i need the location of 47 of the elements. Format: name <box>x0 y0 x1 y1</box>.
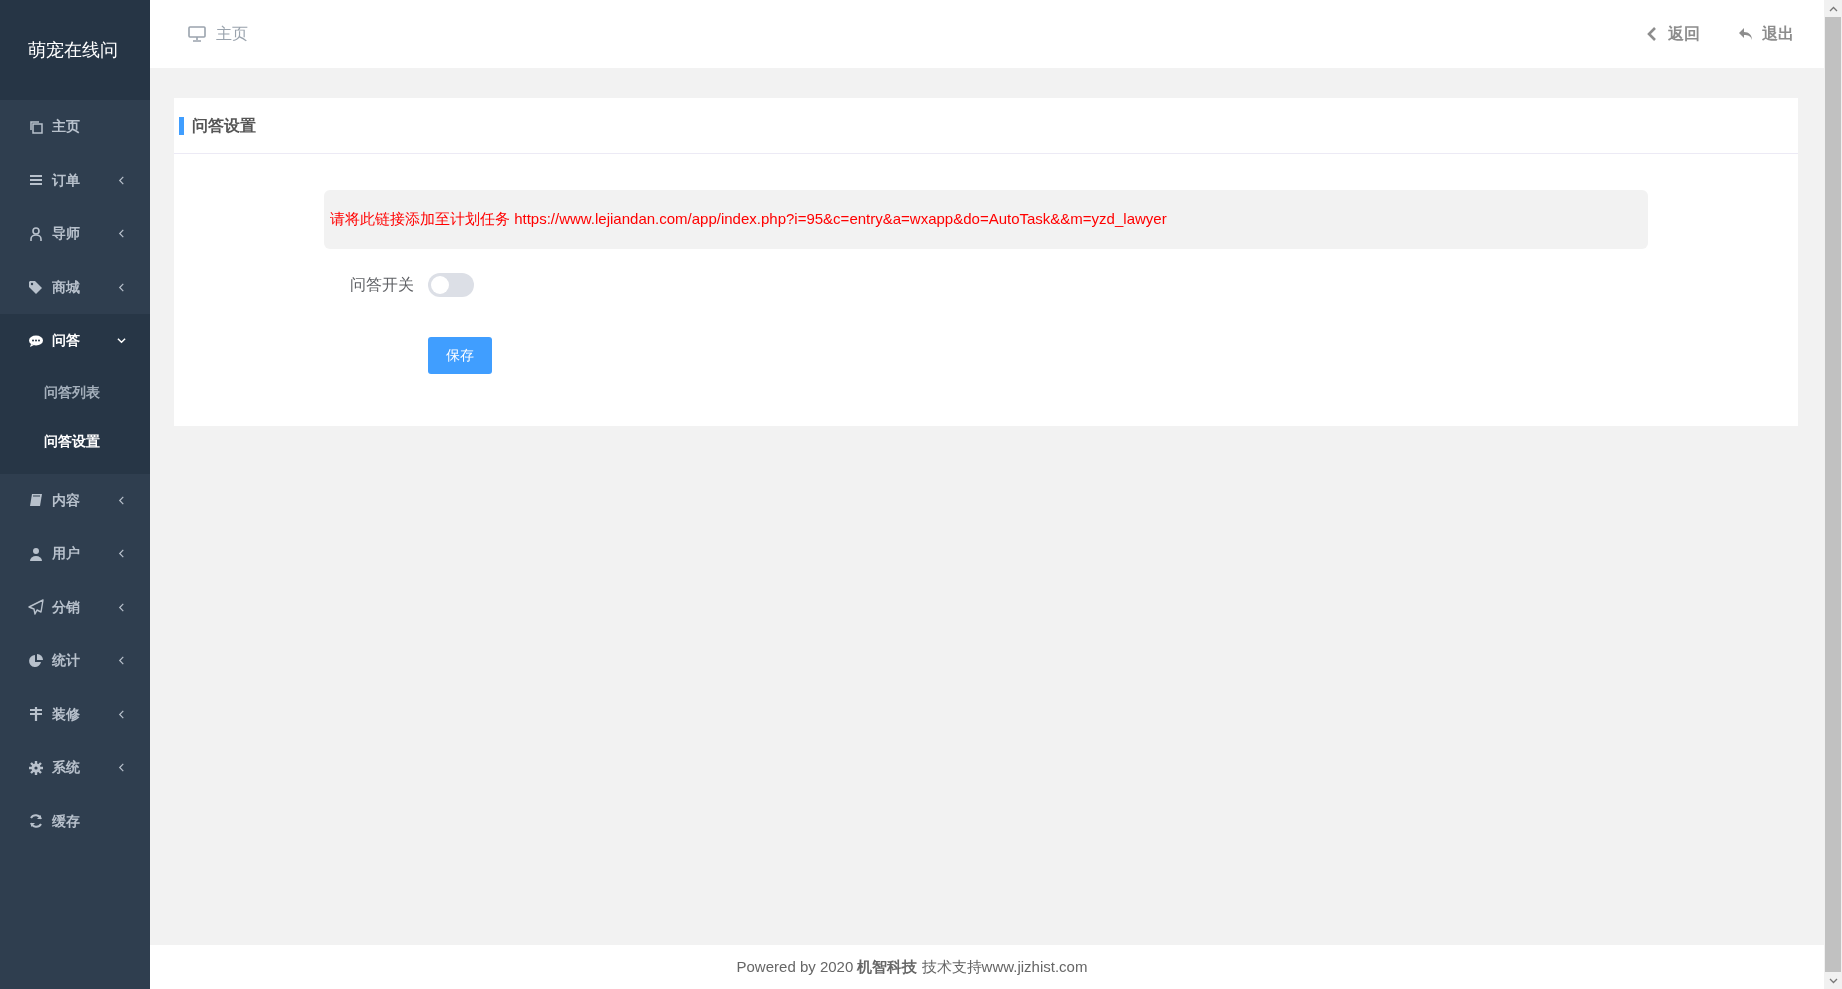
signpost-icon <box>28 706 44 723</box>
sidebar-menu-item[interactable]: 问答 <box>0 314 150 368</box>
field-label: 问答开关 <box>349 274 415 295</box>
chevron-left-icon <box>117 763 126 773</box>
chevron-left-icon <box>117 229 126 239</box>
sidebar-menu-item[interactable]: 系统 <box>0 741 150 795</box>
sidebar-menu-item[interactable]: 用户 <box>0 527 150 581</box>
submenu-item[interactable]: 问答列表 <box>0 367 150 417</box>
sidebar-menu-item[interactable]: 缓存 <box>0 794 150 848</box>
person-icon <box>28 225 44 242</box>
reply-arrow-icon <box>1738 26 1754 42</box>
sidebar-menu-item[interactable]: 统计 <box>0 634 150 688</box>
scroll-up-icon[interactable] <box>1828 5 1838 12</box>
settings-icon <box>28 759 44 776</box>
sidebar-menu-item[interactable]: 装修 <box>0 687 150 741</box>
sidebar-menu-item[interactable]: 导师 <box>0 207 150 261</box>
title-accent-bar <box>179 116 184 135</box>
copy-icon <box>28 118 44 135</box>
refresh-icon <box>28 813 44 830</box>
sidebar-menu-item[interactable]: 内容 <box>0 473 150 527</box>
toolbar-action-button[interactable]: 退出 <box>1732 21 1800 47</box>
chevron-left-icon <box>117 709 126 719</box>
scroll-down-icon[interactable] <box>1828 977 1838 984</box>
chevron-left-icon <box>117 602 126 612</box>
submenu-item[interactable]: 问答设置 <box>0 416 150 466</box>
paper-plane-icon <box>28 599 44 616</box>
chevron-left-icon <box>117 549 126 559</box>
sidebar-menu-item[interactable]: 分销 <box>0 580 150 634</box>
panel-title: 问答设置 <box>192 115 256 136</box>
chevron-left-icon <box>117 175 126 185</box>
chevron-left-icon <box>117 656 126 666</box>
chevron-left-icon <box>117 495 126 505</box>
sidebar-menu-item[interactable]: 主页 <box>0 100 150 154</box>
monitor-icon <box>188 26 206 42</box>
footer-text: Powered by 2020 机智科技 技术支持www.jizhist.com <box>736 956 1088 977</box>
notice-text: 请将此链接添加至计划任务 https://www.lejiandan.com/app/index.php?i=95&c=entry&a=wxapp&do=AutoTask&&m=yzd_lawyer <box>324 190 1648 249</box>
toolbar-action-button[interactable]: 返回 <box>1638 21 1706 47</box>
toggle-switch[interactable] <box>428 272 474 297</box>
app-logo-text: 萌宠在线问 <box>28 38 118 62</box>
book-icon <box>28 492 44 509</box>
tag-icon <box>28 279 44 296</box>
sidebar-menu-item[interactable]: 商城 <box>0 260 150 314</box>
chevron-down-icon <box>117 336 126 346</box>
chevron-left-icon <box>117 282 126 292</box>
sidebar-menu-item[interactable]: 订单 <box>0 153 150 207</box>
user-icon <box>28 545 44 562</box>
pie-chart-icon <box>28 652 44 669</box>
